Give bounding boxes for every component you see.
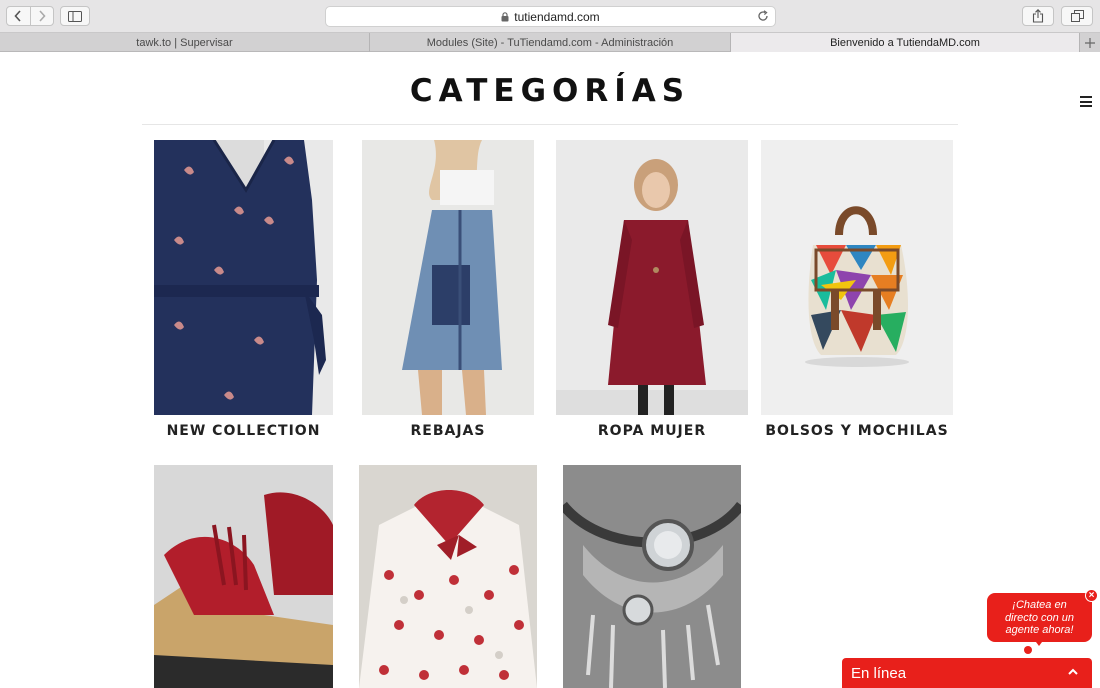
polka-dot-girls-dress-photo[interactable] (359, 465, 537, 688)
chat-prompt-line: ¡Chatea en (1012, 599, 1067, 611)
chat-prompt-line: agente ahora! (1005, 624, 1074, 636)
chat-prompt-bubble[interactable]: ¡Chatea en directo con un agente ahora! (987, 593, 1092, 642)
denim-pinafore-dress-photo[interactable] (362, 140, 534, 415)
url-text: tutiendamd.com (514, 9, 600, 24)
share-icon (1032, 9, 1044, 23)
new-tab-button[interactable] (1080, 33, 1100, 52)
title-divider (142, 124, 958, 125)
category-card-rebajas[interactable]: REBAJAS (362, 140, 534, 445)
category-label[interactable]: NEW COLLECTION (154, 423, 333, 439)
statement-necklace-photo[interactable] (563, 465, 741, 688)
page-title: CATEGORÍAS (409, 73, 691, 109)
plus-icon (1085, 37, 1095, 48)
chat-status-bar[interactable]: En línea (842, 658, 1092, 688)
category-label[interactable]: ROPA MUJER (556, 423, 748, 439)
forward-button[interactable] (29, 7, 54, 25)
close-icon[interactable]: × (1085, 589, 1098, 602)
tab-overview-button[interactable] (1061, 6, 1093, 26)
hamburger-menu-icon[interactable] (1080, 96, 1092, 107)
lock-icon (501, 11, 509, 22)
category-label[interactable]: REBAJAS (362, 423, 534, 439)
geometric-backpack-photo[interactable] (761, 140, 953, 415)
back-button[interactable] (7, 7, 30, 25)
burgundy-dress-photo[interactable] (556, 140, 748, 415)
address-bar[interactable]: tutiendamd.com (325, 6, 776, 27)
category-card-bolsos-mochilas[interactable]: BOLSOS Y MOCHILAS (761, 140, 953, 445)
tab-bienvenido[interactable]: Bienvenido a TutiendaMD.com (731, 33, 1080, 52)
tab-modules-admin[interactable]: Modules (Site) - TuTiendamd.com - Admini… (370, 33, 731, 52)
share-button[interactable] (1022, 6, 1054, 26)
sidebar-toggle-button[interactable] (60, 6, 90, 26)
category-card-necklace[interactable] (563, 465, 741, 688)
web-page: CATEGORÍAS NEW COLLECTION REBAJAS ROPA M… (0, 53, 1100, 688)
chat-prompt-line: directo con un (1004, 611, 1075, 624)
category-card-ropa-mujer[interactable]: ROPA MUJER (556, 140, 748, 445)
chevron-up-icon[interactable] (1068, 668, 1078, 675)
reload-icon[interactable] (757, 10, 769, 25)
chevron-right-icon (39, 10, 46, 22)
chat-status-label: En línea (851, 664, 907, 682)
category-card-girls-dress[interactable] (359, 465, 537, 688)
chat-bubble-tail (1033, 638, 1045, 646)
tab-bar: tawk.to | Supervisar Modules (Site) - Tu… (0, 33, 1100, 52)
sidebar-icon (68, 10, 82, 22)
chevron-left-icon (14, 10, 21, 22)
tab-tawk-supervisar[interactable]: tawk.to | Supervisar (0, 33, 370, 52)
category-card-new-collection[interactable]: NEW COLLECTION (154, 140, 333, 445)
red-sandals-photo[interactable] (154, 465, 333, 688)
category-card-sandals[interactable] (154, 465, 333, 688)
chat-dot (1024, 646, 1032, 654)
tab-overview-icon (1070, 10, 1084, 22)
history-navigation (6, 6, 54, 26)
category-label[interactable]: BOLSOS Y MOCHILAS (761, 423, 953, 439)
browser-toolbar: tutiendamd.com (0, 0, 1100, 33)
navy-printed-dress-photo[interactable] (154, 140, 333, 415)
